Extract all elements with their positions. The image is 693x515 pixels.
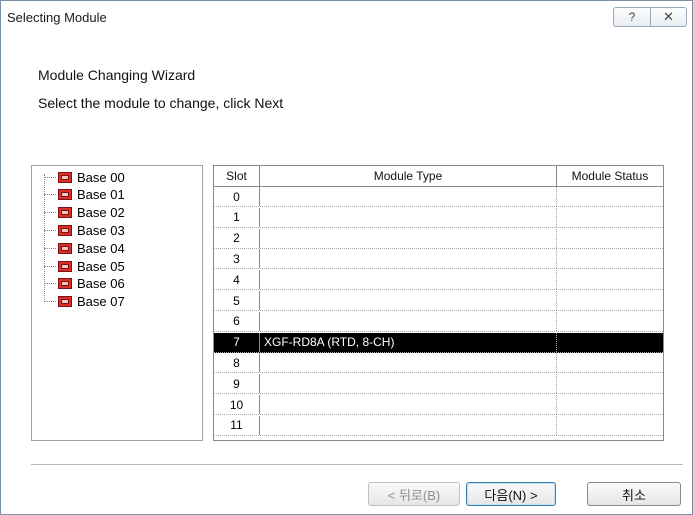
slot-cell: 2: [214, 228, 260, 248]
module-status-cell: [557, 229, 663, 248]
tree-branch-line: [44, 247, 56, 249]
next-button[interactable]: 다음(N) >: [466, 482, 556, 506]
slot-cell: 7: [214, 332, 260, 352]
table-row[interactable]: 2: [214, 228, 663, 249]
slot-cell: 3: [214, 249, 260, 269]
help-button[interactable]: ?: [613, 7, 651, 27]
slot-cell: 5: [214, 291, 260, 310]
table-row[interactable]: 6: [214, 311, 663, 332]
grid-header: Slot Module Type Module Status: [214, 166, 663, 187]
tree-branch-line: [44, 283, 56, 285]
tree-item-base[interactable]: Base 01: [44, 186, 125, 204]
column-header-slot[interactable]: Slot: [214, 166, 260, 186]
module-status-cell: [557, 333, 663, 352]
module-status-cell: [557, 187, 663, 206]
slot-cell: 11: [214, 415, 260, 435]
table-row[interactable]: 10: [214, 395, 663, 415]
slot-cell: 6: [214, 311, 260, 331]
module-status-cell: [557, 353, 663, 372]
help-icon: ?: [628, 10, 636, 24]
tree-item-label: Base 03: [77, 222, 125, 238]
table-row[interactable]: 9: [214, 374, 663, 395]
module-status-cell: [557, 208, 663, 227]
table-row[interactable]: 7 XGF-RD8A (RTD, 8-CH): [214, 332, 663, 353]
tree-branch-line: [44, 229, 56, 231]
tree-item-base[interactable]: Base 03: [44, 221, 125, 239]
slot-cell: 8: [214, 353, 260, 373]
table-row[interactable]: 3: [214, 249, 663, 270]
module-status-cell: [557, 270, 663, 289]
tree-branch-line: [44, 301, 56, 303]
tree-branch-line: [44, 194, 56, 196]
slot-cell: 9: [214, 374, 260, 394]
base-tree[interactable]: Base 00 Base 01 Base 02 Base 03 Base 04 Base …: [31, 165, 203, 441]
module-type-cell: [260, 207, 557, 227]
tree-item-base[interactable]: Base 02: [44, 204, 125, 222]
module-type-cell: [260, 353, 557, 373]
table-row[interactable]: 11: [214, 415, 663, 436]
footer-divider: [31, 464, 683, 466]
slot-cell: 0: [214, 187, 260, 206]
base-rack-icon: [58, 207, 72, 219]
table-row[interactable]: 8: [214, 353, 663, 374]
module-type-cell: [260, 228, 557, 248]
close-icon: ✕: [663, 9, 674, 24]
tree-item-label: Base 02: [77, 205, 125, 221]
tree-item-label: Base 00: [77, 169, 125, 185]
module-status-cell: [557, 249, 663, 268]
base-rack-icon: [58, 260, 72, 272]
module-status-cell: [557, 312, 663, 331]
tree-item-base[interactable]: Base 00: [44, 168, 125, 186]
window-title: Selecting Module: [7, 10, 107, 25]
module-status-cell: [557, 395, 663, 414]
slot-cell: 10: [214, 395, 260, 414]
base-rack-icon: [58, 242, 72, 254]
back-button[interactable]: < 뒤로(B): [368, 482, 460, 506]
module-type-cell: [260, 395, 557, 414]
base-rack-icon: [58, 189, 72, 201]
module-type-cell: [260, 270, 557, 290]
module-type-cell: [260, 311, 557, 331]
slot-cell: 4: [214, 270, 260, 290]
table-row[interactable]: 1: [214, 207, 663, 228]
module-status-cell: [557, 374, 663, 393]
tree-branch-line: [44, 212, 56, 214]
module-type-cell: [260, 415, 557, 435]
selecting-module-dialog: Selecting Module ? ✕ Module Changing Wiz…: [0, 0, 693, 515]
tree-item-base[interactable]: Base 04: [44, 239, 125, 257]
wizard-heading: Module Changing Wizard: [38, 67, 196, 83]
close-button[interactable]: ✕: [651, 7, 687, 27]
base-rack-icon: [58, 171, 72, 183]
tree-item-base[interactable]: Base 06: [44, 275, 125, 293]
tree-item-label: Base 01: [77, 187, 125, 203]
module-type-cell: [260, 187, 557, 206]
column-header-module-type[interactable]: Module Type: [260, 166, 557, 186]
module-type-cell: [260, 291, 557, 310]
module-type-cell: [260, 374, 557, 394]
title-bar: Selecting Module ? ✕: [1, 1, 692, 31]
table-row[interactable]: 5: [214, 291, 663, 311]
tree-item-label: Base 05: [77, 258, 125, 274]
module-type-cell: XGF-RD8A (RTD, 8-CH): [260, 332, 557, 352]
tree-item-label: Base 07: [77, 294, 125, 310]
slot-cell: 1: [214, 207, 260, 227]
column-header-module-status[interactable]: Module Status: [557, 166, 663, 186]
tree-item-label: Base 06: [77, 276, 125, 292]
table-row[interactable]: 4: [214, 270, 663, 291]
module-status-cell: [557, 416, 663, 435]
module-status-cell: [557, 291, 663, 310]
module-type-cell: [260, 249, 557, 269]
table-row[interactable]: 0: [214, 187, 663, 207]
cancel-button[interactable]: 취소: [587, 482, 681, 506]
base-rack-icon: [58, 278, 72, 290]
tree-item-base[interactable]: Base 05: [44, 257, 125, 275]
module-grid[interactable]: Slot Module Type Module Status 01234567X…: [213, 165, 664, 441]
tree-branch-line: [44, 176, 56, 178]
tree-item-base[interactable]: Base 07: [44, 293, 125, 311]
base-rack-icon: [58, 224, 72, 236]
wizard-instruction: Select the module to change, click Next: [38, 95, 284, 111]
tree-branch-line: [44, 265, 56, 267]
tree-item-label: Base 04: [77, 240, 125, 256]
base-rack-icon: [58, 296, 72, 308]
